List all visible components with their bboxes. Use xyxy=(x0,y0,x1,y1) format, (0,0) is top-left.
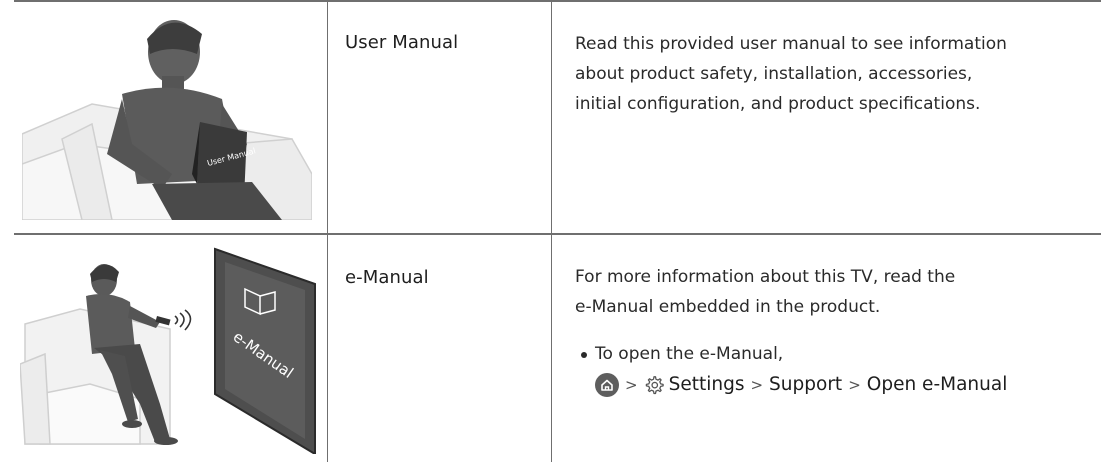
description-line: initial configuration, and product speci… xyxy=(575,94,981,114)
manual-table: User Manual User Manual Read this provid… xyxy=(0,0,1101,462)
description-line: about product safety, installation, acce… xyxy=(575,64,973,84)
user-manual-description: Read this provided user manual to see in… xyxy=(575,29,1095,119)
path-separator: > xyxy=(750,376,764,394)
e-manual-description: For more information about this TV, read… xyxy=(575,262,1095,322)
open-e-manual-label: Open e-Manual xyxy=(866,374,1008,395)
e-manual-illustration: e-Manual xyxy=(20,247,316,454)
e-manual-title: e-Manual xyxy=(345,267,429,288)
user-manual-illustration: User Manual xyxy=(22,20,312,220)
column-divider-1 xyxy=(327,0,328,462)
bullet-dot xyxy=(581,352,587,358)
settings-path: > Settings > Support > Open e-Manual xyxy=(595,371,1007,399)
gear-icon xyxy=(644,375,664,395)
description-line: For more information about this TV, read… xyxy=(575,267,956,287)
bullet-text: To open the e-Manual, xyxy=(595,344,784,364)
path-separator: > xyxy=(848,376,861,394)
open-e-manual-bullet: To open the e-Manual, xyxy=(581,340,1091,368)
description-line: Read this provided user manual to see in… xyxy=(575,34,1007,54)
settings-label: Settings xyxy=(668,374,745,395)
home-icon xyxy=(595,373,619,397)
description-line: e-Manual embedded in the product. xyxy=(575,297,881,317)
table-top-rule xyxy=(14,0,1101,2)
row-divider xyxy=(14,233,1101,235)
user-manual-title: User Manual xyxy=(345,32,459,53)
support-label: Support xyxy=(769,374,843,395)
path-separator: > xyxy=(625,376,638,394)
column-divider-2 xyxy=(551,0,552,462)
